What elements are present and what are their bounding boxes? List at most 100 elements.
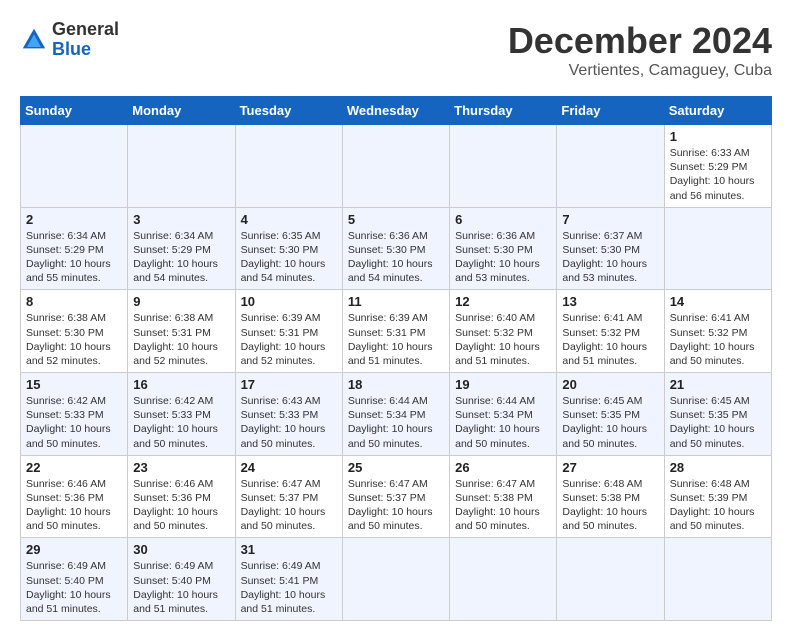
day-number: 9 <box>133 294 229 309</box>
calendar-cell: 25 Sunrise: 6:47 AM Sunset: 5:37 PM Dayli… <box>342 455 449 538</box>
calendar-cell: 21 Sunrise: 6:45 AM Sunset: 5:35 PM Dayli… <box>664 373 771 456</box>
calendar-cell: 11 Sunrise: 6:39 AM Sunset: 5:31 PM Dayli… <box>342 290 449 373</box>
day-detail: Sunrise: 6:44 AM Sunset: 5:34 PM Dayligh… <box>455 394 551 451</box>
day-detail: Sunrise: 6:45 AM Sunset: 5:35 PM Dayligh… <box>670 394 766 451</box>
day-detail: Sunrise: 6:39 AM Sunset: 5:31 PM Dayligh… <box>348 311 444 368</box>
calendar-cell: 24 Sunrise: 6:47 AM Sunset: 5:37 PM Dayli… <box>235 455 342 538</box>
day-detail: Sunrise: 6:38 AM Sunset: 5:30 PM Dayligh… <box>26 311 122 368</box>
calendar-cell <box>450 125 557 208</box>
day-detail: Sunrise: 6:41 AM Sunset: 5:32 PM Dayligh… <box>670 311 766 368</box>
day-number: 10 <box>241 294 337 309</box>
calendar-week-row: 29 Sunrise: 6:49 AM Sunset: 5:40 PM Dayli… <box>21 538 772 621</box>
day-detail: Sunrise: 6:34 AM Sunset: 5:29 PM Dayligh… <box>26 229 122 286</box>
calendar-header-friday: Friday <box>557 97 664 125</box>
calendar-header-thursday: Thursday <box>450 97 557 125</box>
calendar-cell: 19 Sunrise: 6:44 AM Sunset: 5:34 PM Dayli… <box>450 373 557 456</box>
day-number: 29 <box>26 542 122 557</box>
day-detail: Sunrise: 6:36 AM Sunset: 5:30 PM Dayligh… <box>348 229 444 286</box>
day-number: 3 <box>133 212 229 227</box>
day-number: 5 <box>348 212 444 227</box>
day-number: 25 <box>348 460 444 475</box>
calendar-cell: 27Sunrise: 6:48 AM Sunset: 5:38 PM Dayli… <box>557 455 664 538</box>
calendar-cell: 23 Sunrise: 6:46 AM Sunset: 5:36 PM Dayli… <box>128 455 235 538</box>
calendar-header-wednesday: Wednesday <box>342 97 449 125</box>
calendar-table: SundayMondayTuesdayWednesdayThursdayFrid… <box>20 96 772 621</box>
day-number: 22 <box>26 460 122 475</box>
day-number: 24 <box>241 460 337 475</box>
calendar-cell: 6Sunrise: 6:36 AM Sunset: 5:30 PM Daylig… <box>450 207 557 290</box>
calendar-cell <box>21 125 128 208</box>
calendar-cell: 1Sunrise: 6:33 AM Sunset: 5:29 PM Daylig… <box>664 125 771 208</box>
calendar-cell: 29Sunrise: 6:49 AM Sunset: 5:40 PM Dayli… <box>21 538 128 621</box>
calendar-cell <box>557 538 664 621</box>
logo-blue-text: Blue <box>52 40 119 60</box>
calendar-header-row: SundayMondayTuesdayWednesdayThursdayFrid… <box>21 97 772 125</box>
day-detail: Sunrise: 6:34 AM Sunset: 5:29 PM Dayligh… <box>133 229 229 286</box>
calendar-cell <box>664 207 771 290</box>
calendar-week-row: 1Sunrise: 6:33 AM Sunset: 5:29 PM Daylig… <box>21 125 772 208</box>
day-number: 14 <box>670 294 766 309</box>
day-number: 21 <box>670 377 766 392</box>
calendar-cell: 8 Sunrise: 6:38 AM Sunset: 5:30 PM Daylig… <box>21 290 128 373</box>
calendar-week-row: 15Sunrise: 6:42 AM Sunset: 5:33 PM Dayli… <box>21 373 772 456</box>
day-number: 6 <box>455 212 551 227</box>
calendar-header-saturday: Saturday <box>664 97 771 125</box>
day-number: 16 <box>133 377 229 392</box>
calendar-cell: 14 Sunrise: 6:41 AM Sunset: 5:32 PM Dayli… <box>664 290 771 373</box>
day-detail: Sunrise: 6:46 AM Sunset: 5:36 PM Dayligh… <box>26 477 122 534</box>
calendar-cell: 7 Sunrise: 6:37 AM Sunset: 5:30 PM Daylig… <box>557 207 664 290</box>
calendar-cell: 22 Sunrise: 6:46 AM Sunset: 5:36 PM Dayli… <box>21 455 128 538</box>
calendar-cell: 31 Sunrise: 6:49 AM Sunset: 5:41 PM Dayli… <box>235 538 342 621</box>
day-number: 7 <box>562 212 658 227</box>
logo-general-text: General <box>52 20 119 40</box>
calendar-cell: 2 Sunrise: 6:34 AM Sunset: 5:29 PM Daylig… <box>21 207 128 290</box>
day-detail: Sunrise: 6:35 AM Sunset: 5:30 PM Dayligh… <box>241 229 337 286</box>
day-number: 2 <box>26 212 122 227</box>
month-title: December 2024 <box>508 20 772 62</box>
day-number: 12 <box>455 294 551 309</box>
calendar-cell: 5 Sunrise: 6:36 AM Sunset: 5:30 PM Daylig… <box>342 207 449 290</box>
day-detail: Sunrise: 6:46 AM Sunset: 5:36 PM Dayligh… <box>133 477 229 534</box>
day-detail: Sunrise: 6:47 AM Sunset: 5:37 PM Dayligh… <box>241 477 337 534</box>
calendar-cell: 18 Sunrise: 6:44 AM Sunset: 5:34 PM Dayli… <box>342 373 449 456</box>
day-detail: Sunrise: 6:41 AM Sunset: 5:32 PM Dayligh… <box>562 311 658 368</box>
logo-icon <box>20 26 48 54</box>
day-detail: Sunrise: 6:44 AM Sunset: 5:34 PM Dayligh… <box>348 394 444 451</box>
day-number: 31 <box>241 542 337 557</box>
calendar-cell <box>664 538 771 621</box>
calendar-cell <box>450 538 557 621</box>
day-number: 18 <box>348 377 444 392</box>
day-number: 15 <box>26 377 122 392</box>
day-number: 4 <box>241 212 337 227</box>
calendar-header-monday: Monday <box>128 97 235 125</box>
calendar-cell <box>128 125 235 208</box>
day-detail: Sunrise: 6:48 AM Sunset: 5:39 PM Dayligh… <box>670 477 766 534</box>
day-detail: Sunrise: 6:49 AM Sunset: 5:40 PM Dayligh… <box>133 559 229 616</box>
day-detail: Sunrise: 6:47 AM Sunset: 5:37 PM Dayligh… <box>348 477 444 534</box>
header: General Blue December 2024 Vertientes, C… <box>20 20 772 80</box>
day-detail: Sunrise: 6:40 AM Sunset: 5:32 PM Dayligh… <box>455 311 551 368</box>
day-number: 30 <box>133 542 229 557</box>
day-detail: Sunrise: 6:49 AM Sunset: 5:41 PM Dayligh… <box>241 559 337 616</box>
day-number: 13 <box>562 294 658 309</box>
day-number: 8 <box>26 294 122 309</box>
calendar-week-row: 8 Sunrise: 6:38 AM Sunset: 5:30 PM Daylig… <box>21 290 772 373</box>
calendar-cell: 12 Sunrise: 6:40 AM Sunset: 5:32 PM Dayli… <box>450 290 557 373</box>
calendar-cell: 10Sunrise: 6:39 AM Sunset: 5:31 PM Dayli… <box>235 290 342 373</box>
calendar-cell: 15Sunrise: 6:42 AM Sunset: 5:33 PM Dayli… <box>21 373 128 456</box>
calendar-cell: 16Sunrise: 6:42 AM Sunset: 5:33 PM Dayli… <box>128 373 235 456</box>
calendar-week-row: 2 Sunrise: 6:34 AM Sunset: 5:29 PM Daylig… <box>21 207 772 290</box>
calendar-cell: 4 Sunrise: 6:35 AM Sunset: 5:30 PM Daylig… <box>235 207 342 290</box>
day-detail: Sunrise: 6:47 AM Sunset: 5:38 PM Dayligh… <box>455 477 551 534</box>
calendar-week-row: 22 Sunrise: 6:46 AM Sunset: 5:36 PM Dayli… <box>21 455 772 538</box>
calendar-cell: 28Sunrise: 6:48 AM Sunset: 5:39 PM Dayli… <box>664 455 771 538</box>
day-detail: Sunrise: 6:48 AM Sunset: 5:38 PM Dayligh… <box>562 477 658 534</box>
calendar-cell: 30 Sunrise: 6:49 AM Sunset: 5:40 PM Dayli… <box>128 538 235 621</box>
day-detail: Sunrise: 6:37 AM Sunset: 5:30 PM Dayligh… <box>562 229 658 286</box>
day-number: 26 <box>455 460 551 475</box>
calendar-cell: 17Sunrise: 6:43 AM Sunset: 5:33 PM Dayli… <box>235 373 342 456</box>
day-detail: Sunrise: 6:45 AM Sunset: 5:35 PM Dayligh… <box>562 394 658 451</box>
day-number: 23 <box>133 460 229 475</box>
day-number: 19 <box>455 377 551 392</box>
day-number: 11 <box>348 294 444 309</box>
